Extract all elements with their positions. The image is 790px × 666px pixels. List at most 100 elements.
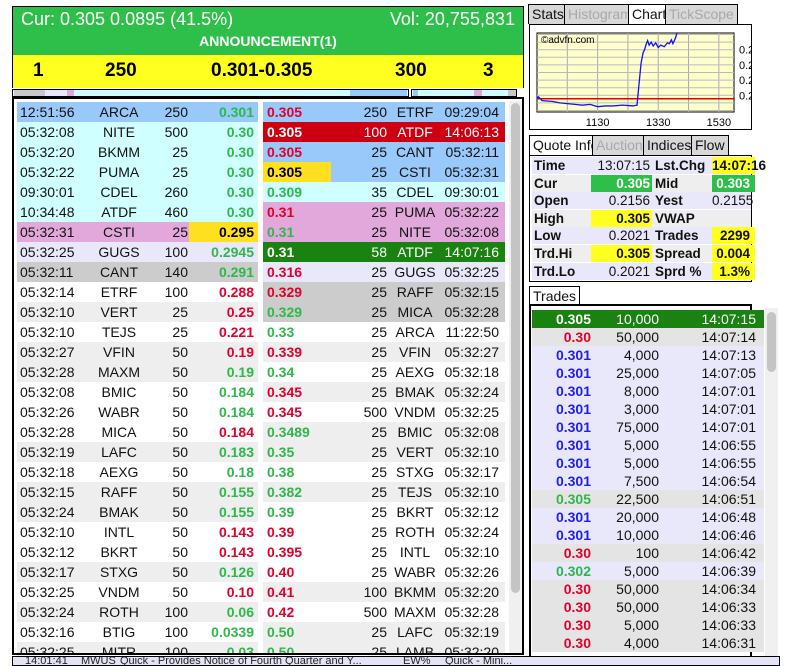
ask-time: 05:32:17 (444, 464, 500, 480)
ask-row[interactable]: 0.329 25 MICA 05:32:28 (263, 302, 505, 322)
ask-price: 0.33 (267, 324, 295, 340)
bid-row[interactable]: 05:32:25 MITR 100 0.03 (17, 642, 258, 655)
tab-histogram[interactable]: Histogram (564, 4, 636, 24)
bid-price: 0.30 (226, 124, 254, 140)
ask-price: 0.305 (267, 104, 303, 120)
bid-row[interactable]: 12:51:56 ARCA 250 0.301 (17, 102, 258, 122)
bid-mm: MITR (101, 644, 137, 655)
scrollbar-thumb[interactable] (511, 103, 520, 593)
ask-row[interactable]: 0.31 58 ATDF 14:07:16 (263, 242, 505, 262)
bid-row[interactable]: 05:32:28 MAXM 50 0.19 (17, 362, 258, 382)
ask-mm: ROTH (395, 524, 435, 540)
ask-row[interactable]: 0.309 35 CDEL 09:30:01 (263, 182, 505, 202)
bid-price: 0.25 (226, 304, 254, 320)
ask-row[interactable]: 0.305 250 ETRF 09:29:04 (263, 102, 505, 122)
tab-trades[interactable]: Trades (529, 286, 581, 305)
bid-row[interactable]: 05:32:20 BKMM 25 0.30 (17, 142, 258, 162)
ask-row[interactable]: 0.31 25 NITE 05:32:08 (263, 222, 505, 242)
bid-depth-bar (12, 89, 409, 97)
ask-row[interactable]: 0.345 25 BMAK 05:32:24 (263, 382, 505, 402)
tab-indices[interactable]: Indices (643, 135, 696, 155)
scrollbar-thumb[interactable] (767, 312, 776, 372)
ask-time: 05:32:08 (444, 224, 500, 240)
ask-row[interactable]: 0.339 25 VFIN 05:32:27 (263, 342, 505, 362)
ask-row[interactable]: 0.316 25 GUGS 05:32:25 (263, 262, 505, 282)
ask-row[interactable]: 0.305 25 CSTI 05:32:31 (263, 162, 505, 182)
ask-row[interactable]: 0.31 25 PUMA 05:32:22 (263, 202, 505, 222)
ask-row[interactable]: 0.305 25 CANT 05:32:11 (263, 142, 505, 162)
announcement-link[interactable]: ANNOUNCEMENT(1) (13, 33, 523, 49)
bid-row[interactable]: 05:32:28 MICA 50 0.184 (17, 422, 258, 442)
bid-row[interactable]: 05:32:11 CANT 140 0.291 (17, 262, 258, 282)
ask-row[interactable]: 0.34 25 AEXG 05:32:18 (263, 362, 505, 382)
ask-row[interactable]: 0.305 100 ATDF 14:06:13 (263, 122, 505, 142)
news-headline[interactable]: Quick - Provides Notice of Fourth Quarte… (120, 657, 362, 665)
bid-time: 05:32:31 (20, 224, 75, 240)
trade-price: 0.30 (563, 635, 591, 651)
bid-time: 05:32:24 (20, 504, 75, 520)
bid-row[interactable]: 05:32:15 RAFF 50 0.155 (17, 482, 258, 502)
quote-value: 0.2021 (608, 263, 650, 279)
ask-row[interactable]: 0.38 25 STXG 05:32:17 (263, 462, 505, 482)
ask-row[interactable]: 0.40 25 WABR 05:32:26 (263, 562, 505, 582)
ask-depth-bar (411, 89, 517, 97)
trades-scrollbar[interactable] (765, 308, 778, 660)
bid-row[interactable]: 05:32:24 ROTH 100 0.06 (17, 602, 258, 622)
ask-row[interactable]: 0.35 25 VERT 05:32:10 (263, 442, 505, 462)
quote-value: 0.2155 (712, 193, 754, 209)
ask-row[interactable]: 0.41 100 BKMM 05:32:20 (263, 582, 505, 602)
tab-flow[interactable]: Flow (691, 135, 729, 155)
ask-mm: PUMA (394, 204, 436, 220)
ask-row[interactable]: 0.50 25 LAFC 05:32:19 (263, 622, 505, 642)
bid-price: 0.184 (218, 424, 254, 440)
ask-price: 0.42 (267, 604, 295, 620)
ask-row[interactable]: 0.382 25 TEJS 05:32:10 (263, 482, 505, 502)
book-scrollbar[interactable] (509, 101, 522, 653)
bid-row[interactable]: 05:32:17 STXG 50 0.126 (17, 562, 258, 582)
trade-size: 50,000 (616, 581, 659, 597)
bid-row[interactable]: 09:30:01 CDEL 260 0.30 (17, 182, 258, 202)
bid-row[interactable]: 05:32:25 VNDM 50 0.10 (17, 582, 258, 602)
bid-row[interactable]: 05:32:12 BKRT 50 0.143 (17, 542, 258, 562)
ask-row[interactable]: 0.329 25 RAFF 05:32:15 (263, 282, 505, 302)
bid-row[interactable]: 05:32:19 LAFC 50 0.183 (17, 442, 258, 462)
quote-label: High (534, 210, 564, 226)
bid-row[interactable]: 05:32:14 ETRF 100 0.288 (17, 282, 258, 302)
ask-row[interactable]: 0.39 25 BKRT 05:32:12 (263, 502, 505, 522)
bid-row[interactable]: 05:32:08 BMIC 50 0.184 (17, 382, 258, 402)
bid-row[interactable]: 05:32:18 AEXG 50 0.18 (17, 462, 258, 482)
ask-time: 05:32:18 (444, 364, 500, 380)
ask-row[interactable]: 0.3489 25 BMIC 05:32:08 (263, 422, 505, 442)
news-strip[interactable]: 14:01:41 MWUS Quick - Provides Notice of… (12, 656, 780, 666)
ask-row[interactable]: 0.345 500 VNDM 05:32:25 (263, 402, 505, 422)
tab-stats[interactable]: Stats (528, 4, 568, 24)
bid-row[interactable]: 05:32:08 NITE 500 0.30 (17, 122, 258, 142)
chart-svg: 1130 1330 1530 0.28 0.26 0.24 0.22 ©advfn.com (536, 32, 760, 129)
bid-time: 05:32:28 (20, 364, 75, 380)
bid-row[interactable]: 10:34:48 ATDF 460 0.30 (17, 202, 258, 222)
bid-row[interactable]: 05:32:24 BMAK 50 0.155 (17, 502, 258, 522)
bid-row[interactable]: 05:32:10 VERT 25 0.25 (17, 302, 258, 322)
ask-row[interactable]: 0.33 25 ARCA 11:22:50 (263, 322, 505, 342)
ask-time: 05:32:08 (444, 424, 500, 440)
ask-row[interactable]: 0.50 25 LAMB 05:32:20 (263, 642, 505, 653)
ask-row[interactable]: 0.42 500 MAXM 05:32:28 (263, 602, 505, 622)
quote-label: Mid (655, 175, 679, 191)
bid-row[interactable]: 05:32:16 BTIG 100 0.0339 (17, 622, 258, 642)
tab-tickscope[interactable]: TickScope (665, 4, 738, 24)
ask-price: 0.35 (267, 444, 295, 460)
bid-row[interactable]: 05:32:25 GUGS 100 0.2945 (17, 242, 258, 262)
ask-row[interactable]: 0.395 25 INTL 05:32:10 (263, 542, 505, 562)
bid-row[interactable]: 05:32:27 VFIN 50 0.19 (17, 342, 258, 362)
bid-row[interactable]: 05:32:10 TEJS 25 0.221 (17, 322, 258, 342)
bid-row[interactable]: 05:32:31 CSTI 25 0.295 (17, 222, 258, 242)
tab-chart[interactable]: Chart (628, 4, 671, 25)
tab-auction[interactable]: Auction (592, 135, 647, 155)
ask-price: 0.305 (267, 124, 303, 140)
ask-row[interactable]: 0.39 25 ROTH 05:32:24 (263, 522, 505, 542)
ask-price: 0.31 (267, 224, 295, 240)
bid-row[interactable]: 05:32:26 WABR 50 0.184 (17, 402, 258, 422)
ask-mm: ARCA (395, 324, 435, 340)
bid-row[interactable]: 05:32:22 PUMA 25 0.30 (17, 162, 258, 182)
bid-row[interactable]: 05:32:10 INTL 50 0.143 (17, 522, 258, 542)
